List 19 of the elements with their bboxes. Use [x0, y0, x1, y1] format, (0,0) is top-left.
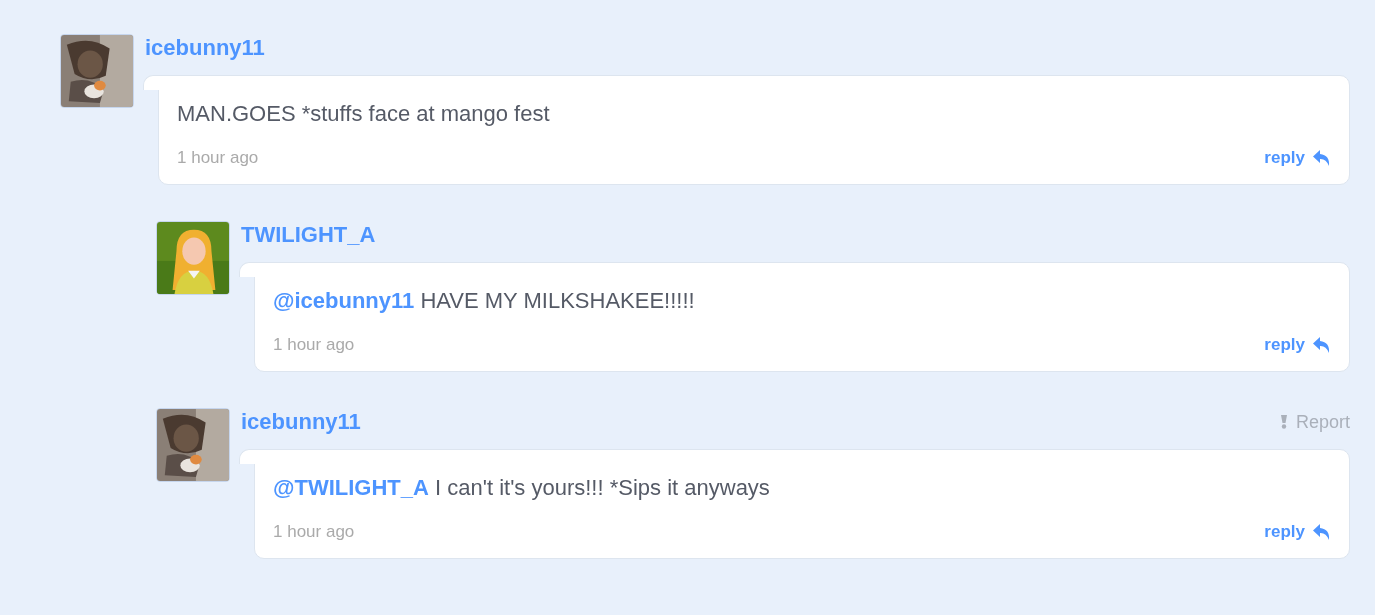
reply-button[interactable]: reply [1264, 522, 1331, 542]
reply-icon [1313, 523, 1331, 541]
timestamp: 1 hour ago [177, 148, 259, 168]
report-button[interactable]: Report [1279, 411, 1350, 433]
timestamp: 1 hour ago [273, 335, 355, 355]
author-name[interactable]: TWILIGHT_A [241, 222, 376, 248]
mention-link[interactable]: @icebunny11 [273, 288, 415, 313]
timestamp: 1 hour ago [273, 522, 355, 542]
comment-text: @TWILIGHT_A I can't it's yours!!! *Sips it anyways [273, 474, 771, 502]
reply-button[interactable]: reply [1264, 148, 1331, 168]
reply-icon [1313, 336, 1331, 354]
reply-icon [1313, 149, 1331, 167]
comment-text: @icebunny11 HAVE MY MILKSHAKEE!!!!! [273, 287, 696, 315]
author-name[interactable]: icebunny11 [241, 409, 361, 435]
author-name[interactable]: icebunny11 [145, 35, 265, 61]
mention-link[interactable]: @TWILIGHT_A [273, 475, 429, 500]
comment-text: MAN.GOES *stuffs face at mango fest [177, 100, 551, 128]
exclamation-icon [1279, 415, 1288, 429]
reply-button[interactable]: reply [1264, 335, 1331, 355]
